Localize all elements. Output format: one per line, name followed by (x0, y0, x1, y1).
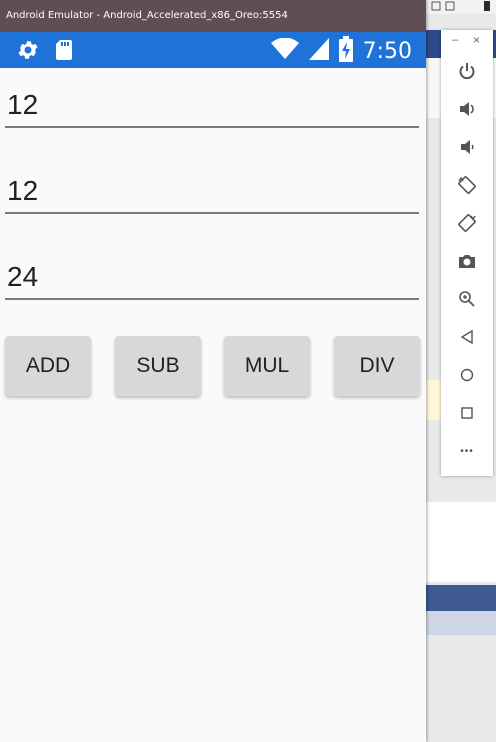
result-input[interactable] (5, 258, 421, 296)
emulator-side-toolbar: – × ••• (441, 30, 493, 476)
desktop-background-bar-light (426, 611, 496, 635)
toolbar-window-controls: – × (441, 30, 493, 52)
desktop-toolbar-icons (430, 0, 496, 15)
volume-down-icon (461, 140, 474, 154)
android-status-bar: 7:50 (0, 32, 426, 68)
power-button[interactable] (441, 54, 493, 88)
first-number-input[interactable] (5, 86, 421, 124)
second-number-field[interactable] (5, 172, 421, 214)
sub-button[interactable]: SUB (115, 336, 201, 396)
volume-down-button[interactable] (441, 130, 493, 164)
sdcard-icon (54, 38, 74, 67)
app-content (0, 68, 426, 742)
screenshot-button[interactable] (441, 244, 493, 278)
back-icon (460, 329, 473, 345)
overview-button[interactable] (441, 396, 493, 430)
rotate-right-button[interactable] (441, 206, 493, 240)
rotate-right-icon (458, 214, 476, 232)
desktop-background-panel (426, 502, 496, 582)
result-field[interactable] (5, 258, 421, 300)
first-number-field[interactable] (5, 86, 421, 128)
settings-icon (16, 38, 40, 67)
volume-up-button[interactable] (441, 92, 493, 126)
rotate-left-button[interactable] (441, 168, 493, 202)
second-number-input[interactable] (5, 172, 421, 210)
rotate-left-icon (458, 176, 476, 194)
overview-icon (461, 407, 473, 419)
more-icon: ••• (460, 445, 474, 457)
home-button[interactable] (441, 358, 493, 392)
battery-icon (338, 36, 353, 67)
signal-icon (308, 38, 329, 65)
close-button[interactable]: × (473, 33, 480, 47)
emulator-titlebar[interactable]: Android Emulator - Android_Accelerated_x… (0, 0, 426, 32)
emulator-window: Android Emulator - Android_Accelerated_x… (0, 0, 426, 742)
desktop-background-bar (426, 585, 496, 611)
home-icon (460, 368, 474, 382)
power-icon (459, 63, 475, 80)
minimize-button[interactable]: – (452, 34, 458, 46)
more-button[interactable]: ••• (441, 434, 493, 468)
add-button[interactable]: ADD (5, 336, 91, 396)
camera-icon (459, 255, 475, 268)
zoom-button[interactable] (441, 282, 493, 316)
emulator-title: Android Emulator - Android_Accelerated_x… (6, 10, 288, 21)
zoom-icon (459, 291, 475, 307)
mul-button[interactable]: MUL (224, 336, 310, 396)
volume-up-icon (460, 102, 474, 116)
div-button[interactable]: DIV (334, 336, 420, 396)
wifi-icon (270, 37, 299, 65)
status-time: 7:50 (362, 39, 412, 64)
back-button[interactable] (441, 320, 493, 354)
